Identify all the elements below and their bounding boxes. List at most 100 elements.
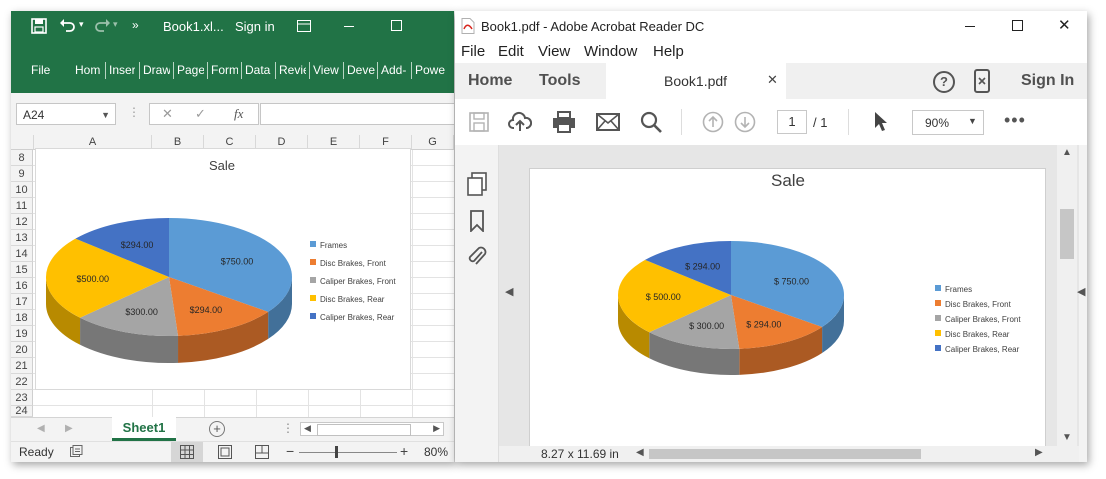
acrobat-sign-in-button[interactable]: Sign In [1021, 72, 1074, 90]
zoom-level[interactable]: 80% [424, 445, 448, 459]
ribbon-tab-power[interactable]: Powe [415, 63, 445, 77]
minimize-icon[interactable] [344, 26, 354, 27]
bookmark-icon[interactable] [469, 210, 485, 237]
more-tools-icon[interactable]: ••• [1004, 110, 1026, 131]
ribbon-tab-view[interactable]: View [313, 63, 340, 77]
horizontal-scrollbar-thumb[interactable] [649, 449, 921, 459]
page-thumbnails-icon[interactable] [467, 172, 487, 201]
row-header[interactable]: 13 [11, 230, 33, 246]
row-header[interactable]: 16 [11, 278, 33, 294]
document-tab[interactable]: Book1.pdf ✕ [606, 63, 786, 100]
name-box[interactable]: A24 ▼ [16, 103, 116, 125]
ribbon-tab-review[interactable]: Revie [279, 63, 306, 77]
zoom-slider-thumb[interactable] [335, 446, 338, 458]
undo-dropdown-icon[interactable]: ▾ [79, 19, 84, 30]
more-options-icon[interactable]: ⋮ [128, 105, 140, 119]
select-cursor-icon[interactable] [873, 111, 889, 138]
menu-edit[interactable]: Edit [498, 43, 524, 60]
accessibility-icon[interactable] [70, 445, 83, 461]
page-layout-view-icon[interactable] [218, 445, 232, 462]
scroll-up-icon[interactable]: ▲ [1062, 147, 1072, 158]
scroll-sheets-left-icon[interactable]: ◀ [37, 423, 45, 434]
row-header[interactable]: 23 [11, 390, 33, 406]
row-header[interactable]: 22 [11, 374, 33, 390]
scroll-right-icon[interactable]: ▶ [433, 423, 440, 434]
ribbon-tab-developer[interactable]: Deve [347, 63, 375, 77]
tab-home[interactable]: Home [468, 72, 512, 90]
sheet-tab-sheet1[interactable]: Sheet1 [112, 417, 176, 441]
attachment-icon[interactable] [467, 245, 487, 274]
document-view[interactable]: ◀ $ 750.00 $ 294.00 $ 300.00 $ 500.00 $ 294.… [499, 145, 1079, 462]
row-header[interactable]: 8 [11, 150, 33, 166]
row-header[interactable]: 10 [11, 182, 33, 198]
row-header[interactable]: 18 [11, 310, 33, 326]
zoom-out-icon[interactable]: − [286, 443, 294, 459]
spreadsheet-grid[interactable]: A B C D E F G 8 9 10 11 12 13 14 15 16 1… [11, 135, 454, 417]
cloud-upload-icon[interactable] [508, 111, 533, 138]
ribbon-tab-data[interactable]: Data [245, 63, 272, 77]
excel-sign-in-link[interactable]: Sign in [235, 19, 275, 34]
row-header[interactable]: 21 [11, 358, 33, 374]
email-icon[interactable] [596, 113, 620, 136]
mobile-link-icon[interactable] [974, 69, 990, 98]
scroll-left-icon[interactable]: ◀ [304, 423, 311, 434]
row-header[interactable]: 9 [11, 166, 33, 182]
zoom-dropdown[interactable]: 90% ▼ [912, 110, 984, 135]
normal-view-button[interactable] [171, 442, 203, 462]
chevron-down-icon[interactable]: ▼ [101, 104, 110, 126]
row-header[interactable]: 20 [11, 342, 33, 358]
row-header[interactable]: 12 [11, 214, 33, 230]
add-sheet-icon[interactable]: + [209, 421, 225, 437]
scrollbar-thumb[interactable] [1060, 209, 1074, 259]
tab-tools[interactable]: Tools [539, 72, 580, 90]
ribbon-tab-insert[interactable]: Inser [109, 63, 135, 77]
ribbon-tab-formulas[interactable]: Form [211, 63, 238, 77]
search-icon[interactable] [640, 111, 662, 138]
ribbon-tab-page-layout[interactable]: Page [177, 63, 204, 77]
row-header[interactable]: 15 [11, 262, 33, 278]
ribbon-tab-add-ins[interactable]: Add- [381, 63, 409, 77]
row-header[interactable]: 19 [11, 326, 33, 342]
expand-right-panel-icon[interactable]: ◀ [1077, 285, 1085, 298]
undo-icon[interactable] [59, 17, 77, 36]
vertical-scrollbar[interactable]: ▲ ▼ [1057, 145, 1077, 446]
menu-file[interactable]: File [461, 43, 485, 60]
page-break-view-icon[interactable] [255, 445, 269, 462]
menu-view[interactable]: View [538, 43, 570, 60]
ribbon-tab-file[interactable]: File [31, 63, 61, 77]
zoom-in-icon[interactable]: + [400, 443, 408, 459]
insert-function-icon[interactable]: fx [234, 106, 243, 122]
select-all-corner[interactable] [11, 135, 34, 150]
scroll-sheets-right-icon[interactable]: ▶ [65, 423, 73, 434]
ribbon-tab-home[interactable]: Hom [75, 63, 102, 77]
ribbon-tab-draw[interactable]: Draw [143, 63, 170, 77]
expand-left-panel-icon[interactable]: ◀ [505, 285, 513, 298]
horizontal-scrollbar[interactable]: ◀ ▶ [300, 422, 444, 436]
page-number-input[interactable]: 1 [777, 110, 807, 134]
scroll-down-icon[interactable]: ▼ [1062, 432, 1072, 443]
print-icon[interactable] [552, 111, 576, 138]
maximize-icon[interactable] [391, 20, 402, 31]
row-header[interactable]: 11 [11, 198, 33, 214]
row-header[interactable]: 17 [11, 294, 33, 310]
more-commands-icon[interactable]: » [132, 18, 139, 32]
formula-input[interactable] [260, 103, 454, 125]
row-header[interactable]: 14 [11, 246, 33, 262]
save-icon[interactable] [31, 18, 47, 37]
menu-help[interactable]: Help [653, 43, 684, 60]
column-header-g[interactable]: G [412, 135, 454, 150]
more-options-icon[interactable]: ⋮ [282, 421, 294, 435]
scrollbar-thumb[interactable] [317, 424, 411, 436]
close-icon[interactable]: ✕ [1058, 16, 1071, 34]
zoom-slider[interactable] [299, 452, 397, 453]
maximize-icon[interactable] [1012, 20, 1023, 31]
menu-window[interactable]: Window [584, 43, 637, 60]
ribbon-display-icon[interactable] [297, 20, 311, 35]
help-icon[interactable]: ? [933, 71, 955, 93]
excel-pie-chart[interactable]: $750.00 $294.00 $300.00 $500.00 $294.00 Sale F… [35, 148, 411, 390]
row-header[interactable]: 24 [11, 406, 33, 417]
close-tab-icon[interactable]: ✕ [767, 72, 778, 88]
scroll-right-icon[interactable]: ▶ [1035, 447, 1043, 458]
minimize-icon[interactable] [965, 26, 975, 27]
scroll-left-icon[interactable]: ◀ [636, 447, 644, 458]
